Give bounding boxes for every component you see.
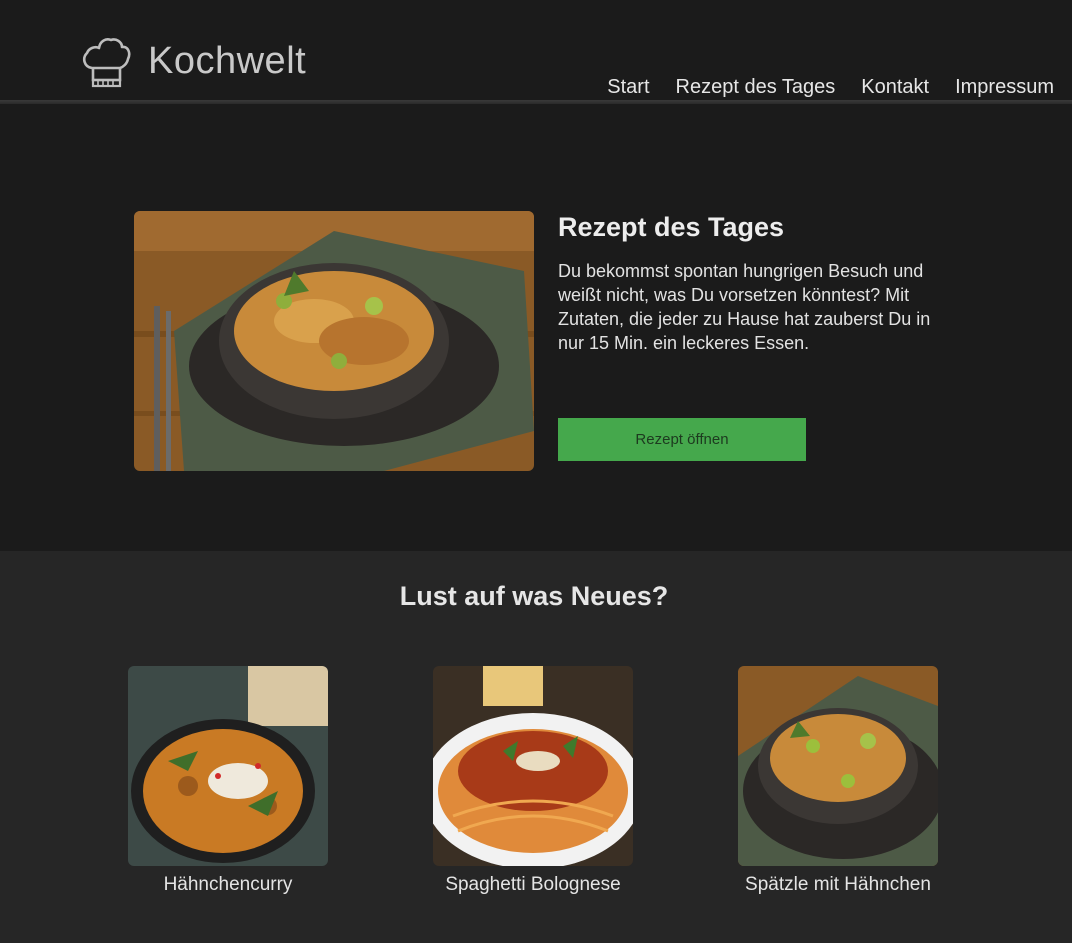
hero-description: Du bekommst spontan hungrigen Besuch und…: [558, 261, 931, 353]
recipe-image-spaetzle: [738, 666, 938, 866]
brand-logo[interactable]: Kochwelt: [80, 34, 306, 88]
nav-kontakt[interactable]: Kontakt: [861, 76, 929, 99]
recipe-image-bolognese: [433, 666, 633, 866]
nav-start[interactable]: Start: [607, 76, 649, 99]
recipe-card-haehnchencurry[interactable]: Hähnchencurry: [128, 666, 328, 895]
recipe-label-spaetzle[interactable]: Spätzle mit Hähnchen: [678, 874, 998, 896]
open-recipe-button[interactable]: Rezept öffnen: [558, 418, 806, 461]
recipe-label-bolognese[interactable]: Spaghetti Bolognese: [373, 874, 693, 896]
nav-impressum[interactable]: Impressum: [955, 76, 1054, 99]
nav-rezept-des-tages[interactable]: Rezept des Tages: [676, 76, 836, 99]
suggestions-section: Lust auf was Neues? Hähnchencurry Spaghe…: [0, 551, 1072, 943]
recipe-card-spaghetti-bolognese[interactable]: Spaghetti Bolognese: [433, 666, 633, 895]
recipe-card-spaetzle-mit-haehnchen[interactable]: Spätzle mit Hähnchen: [738, 666, 938, 895]
suggestions-title: Lust auf was Neues?: [399, 581, 669, 611]
hero-title: Rezept des Tages: [558, 212, 785, 242]
chef-hat-icon: [80, 34, 132, 88]
recipe-label-curry[interactable]: Hähnchencurry: [68, 874, 388, 896]
hero-image-spaetzle: [134, 211, 534, 471]
header-divider: [0, 100, 1072, 104]
main-nav: Start Rezept des Tages Kontakt Impressum: [607, 76, 1054, 99]
brand-name: Kochwelt: [148, 39, 307, 82]
site-header: Kochwelt Start Rezept des Tages Kontakt …: [0, 0, 1072, 106]
recipe-image-curry: [128, 666, 328, 866]
